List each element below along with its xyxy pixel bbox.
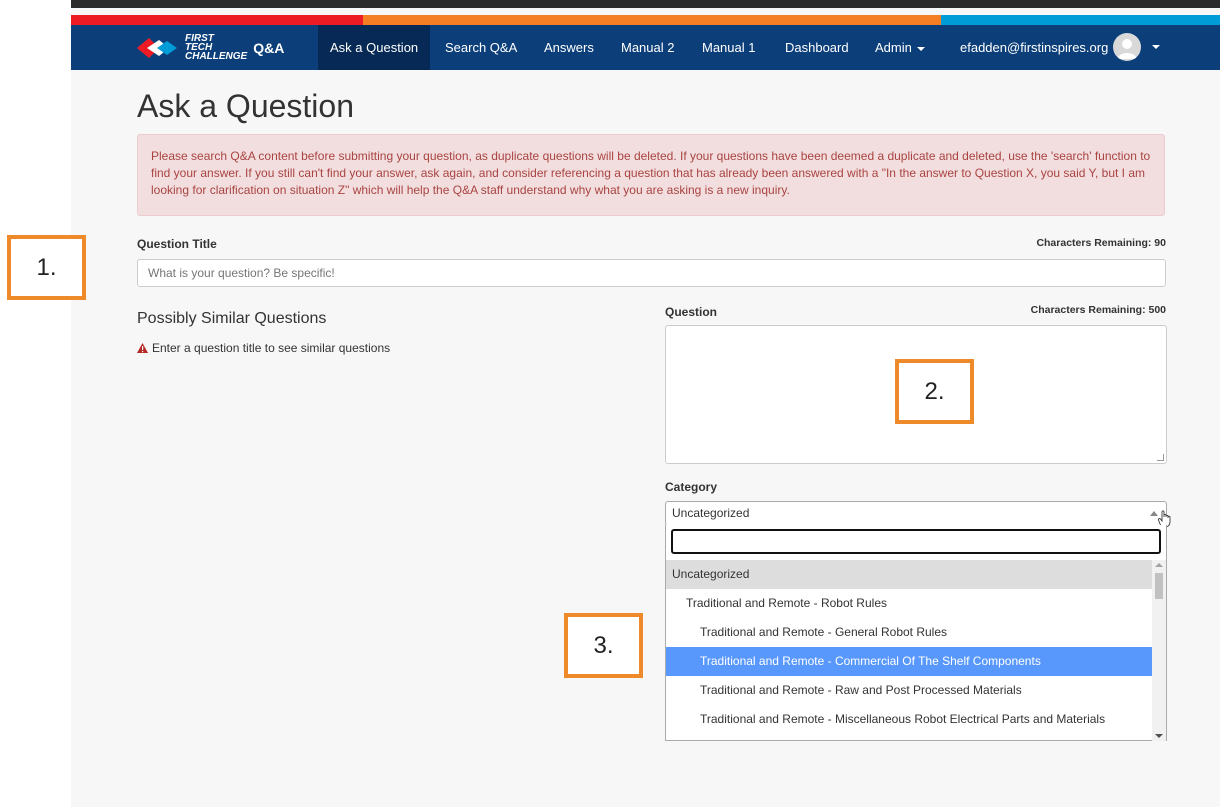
nav-manual-2[interactable]: Manual 2	[609, 25, 686, 70]
nav-dashboard[interactable]: Dashboard	[773, 25, 861, 70]
similar-questions-heading: Possibly Similar Questions	[137, 310, 327, 327]
chevron-down-icon	[916, 46, 925, 51]
avatar[interactable]	[1113, 33, 1141, 61]
nav-ask-question[interactable]: Ask a Question	[318, 25, 431, 70]
page-background: FIRST TECH CHALLENGE Q&A Ask a Question …	[71, 0, 1220, 807]
callout-2: 2.	[895, 359, 974, 424]
category-option[interactable]: Traditional and Remote - Raw and Post Pr…	[666, 676, 1152, 705]
stripe-blue	[941, 15, 1220, 25]
category-dropdown: Uncategorized Traditional and Remote - Ro…	[665, 525, 1167, 741]
page-title: Ask a Question	[137, 88, 354, 124]
brand-wordmark: FIRST TECH CHALLENGE	[185, 34, 248, 62]
brand-qa: Q&A	[253, 39, 285, 56]
question-label: Question	[665, 305, 718, 319]
user-icon	[1117, 39, 1137, 59]
nav-admin-label: Admin	[875, 40, 912, 55]
nav-manual-1[interactable]: Manual 1	[690, 25, 767, 70]
question-title-label: Question Title	[137, 237, 217, 251]
top-dark-bar	[71, 0, 1220, 8]
scroll-down-arrow-icon[interactable]	[1155, 734, 1163, 738]
category-option[interactable]: Traditional and Remote - Miscellaneous R…	[666, 705, 1152, 734]
resize-handle-icon[interactable]	[1157, 454, 1164, 461]
stripe-red	[71, 15, 363, 25]
category-options-list: Uncategorized Traditional and Remote - Ro…	[666, 560, 1152, 734]
scroll-up-arrow-icon[interactable]	[1155, 563, 1163, 567]
question-characters-remaining: Characters Remaining: 500	[1030, 304, 1166, 316]
brand-challenge: CHALLENGE	[185, 51, 248, 62]
question-title-input[interactable]	[137, 259, 1166, 287]
duplicate-warning-alert: Please search Q&A content before submitt…	[137, 134, 1165, 216]
navbar: FIRST TECH CHALLENGE Q&A Ask a Question …	[71, 25, 1220, 70]
similar-hint-text: Enter a question title to see similar qu…	[152, 341, 391, 355]
nav-search-qa[interactable]: Search Q&A	[433, 25, 529, 70]
category-selected-value: Uncategorized	[672, 506, 750, 520]
warning-icon	[137, 343, 148, 353]
brand-logo[interactable]: FIRST TECH CHALLENGE Q&A	[135, 25, 284, 70]
nav-answers[interactable]: Answers	[532, 25, 606, 70]
scrollbar-thumb[interactable]	[1155, 573, 1163, 599]
category-select[interactable]: Uncategorized	[665, 501, 1171, 528]
category-search-input[interactable]	[671, 529, 1161, 554]
similar-questions-hint: Enter a question title to see similar qu…	[137, 341, 390, 355]
category-label: Category	[665, 480, 718, 494]
callout-1: 1.	[7, 235, 86, 300]
nav-admin-dropdown[interactable]: Admin	[863, 25, 937, 70]
dropdown-scrollbar[interactable]	[1152, 560, 1166, 741]
ftc-logo-icon	[137, 37, 177, 58]
category-option[interactable]: Traditional and Remote - Robot Rules	[666, 589, 1152, 618]
category-option[interactable]: Uncategorized	[666, 560, 1152, 589]
title-characters-remaining: Characters Remaining: 90	[1036, 237, 1166, 249]
category-option[interactable]: Traditional and Remote - General Robot R…	[666, 618, 1152, 647]
chevron-up-icon	[1150, 511, 1158, 516]
user-email[interactable]: efadden@firstinspires.org	[948, 25, 1112, 70]
stripe-orange	[363, 15, 941, 25]
category-option[interactable]: Traditional and Remote - Commercial Of T…	[666, 647, 1152, 676]
callout-3: 3.	[564, 613, 643, 678]
user-menu-chevron-icon[interactable]	[1152, 45, 1160, 49]
